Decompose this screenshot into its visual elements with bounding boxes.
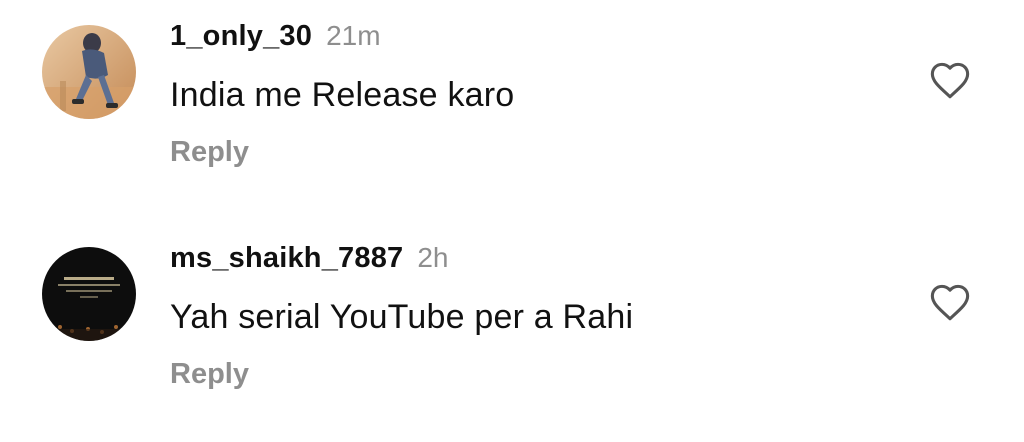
heart-outline-icon bbox=[930, 284, 970, 321]
comment-text: India me Release karo bbox=[170, 76, 515, 114]
reply-button[interactable]: Reply bbox=[170, 136, 249, 169]
avatar-image bbox=[42, 247, 136, 341]
timestamp: 2h bbox=[417, 242, 449, 273]
username[interactable]: ms_shaikh_7887 bbox=[170, 242, 403, 275]
comment-item: ms_shaikh_7887 2h Yah serial YouTube per… bbox=[0, 242, 1024, 442]
heart-outline-icon bbox=[930, 62, 970, 99]
comment-header: 1_only_30 21m bbox=[170, 20, 381, 60]
avatar-image bbox=[42, 25, 136, 119]
comment-text: Yah serial YouTube per a Rahi bbox=[170, 298, 634, 336]
avatar[interactable] bbox=[42, 25, 136, 119]
like-button[interactable] bbox=[928, 60, 972, 100]
timestamp: 21m bbox=[326, 20, 381, 51]
username[interactable]: 1_only_30 bbox=[170, 20, 312, 53]
avatar[interactable] bbox=[42, 247, 136, 341]
like-button[interactable] bbox=[928, 282, 972, 322]
reply-button[interactable]: Reply bbox=[170, 358, 249, 391]
comment-header: ms_shaikh_7887 2h bbox=[170, 242, 449, 282]
comment-item: 1_only_30 21m India me Release karo Repl… bbox=[0, 20, 1024, 220]
